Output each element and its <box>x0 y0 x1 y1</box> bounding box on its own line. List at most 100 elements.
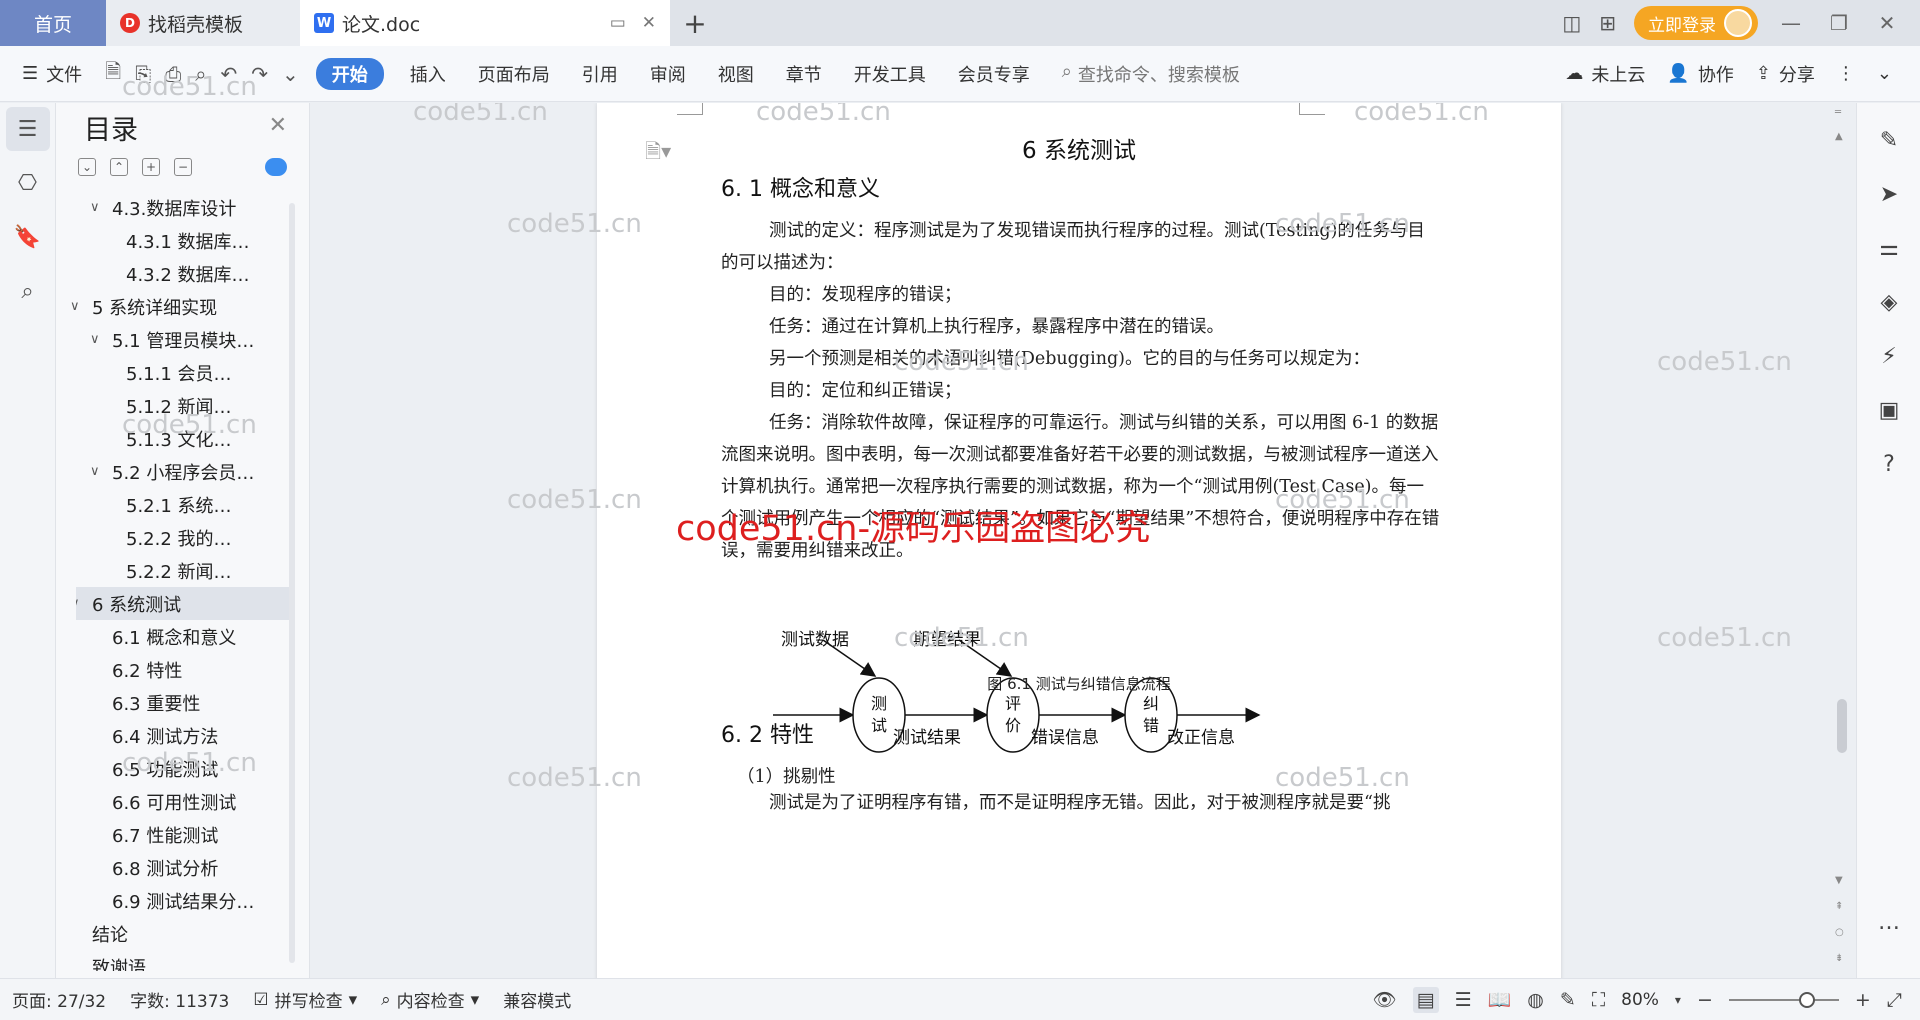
theme-icon[interactable]: ◈ <box>1857 275 1920 329</box>
sliders-icon[interactable]: ⚌ <box>1857 221 1920 275</box>
fit-page-icon[interactable]: ⛶ <box>1592 989 1605 1011</box>
toc-item[interactable]: 6.6 可用性测试 <box>56 785 292 818</box>
toc-item[interactable]: ∨ 4.3.数据库设计 <box>56 191 292 224</box>
toc-item[interactable]: ∨ 6 系统测试 <box>76 587 292 620</box>
print-icon[interactable]: ⎙ <box>158 62 188 86</box>
chevron-down-icon[interactable]: ∨ <box>90 332 106 347</box>
chevron-down-icon[interactable]: ∨ <box>70 299 86 314</box>
zoom-in-icon[interactable]: + <box>1855 989 1871 1011</box>
toc-scrollbar[interactable] <box>289 203 295 963</box>
chevron-down-icon[interactable]: ▾ <box>1675 993 1681 1007</box>
toc-item[interactable]: 6.5 功能测试 <box>56 752 292 785</box>
chevron-down-icon[interactable]: ⌄ <box>275 62 306 86</box>
close-window-icon[interactable]: ✕ <box>1872 11 1902 35</box>
toc-item[interactable]: ∨ 5.2 小程序会员… <box>56 455 292 488</box>
fullscreen-icon[interactable]: ⤢ <box>1887 989 1902 1011</box>
search-icon[interactable]: ⌕ <box>6 269 50 313</box>
document-page[interactable]: 🗎▾ 6 系统测试 6. 1 概念和意义 测试的定义：程序测试是为了发现错误而执… <box>597 103 1561 978</box>
chevron-down-icon[interactable]: ∨ <box>90 200 106 215</box>
toc-item[interactable]: 6.3 重要性 <box>56 686 292 719</box>
toc-item[interactable]: 4.3.1 数据库… <box>56 224 292 257</box>
restore-icon[interactable]: ❐ <box>1824 11 1854 35</box>
page-marker-icon[interactable]: ○ <box>1835 927 1844 938</box>
eye-icon[interactable]: 👁 <box>1373 988 1397 1011</box>
toc-item[interactable]: 5.1.3 文化… <box>56 422 292 455</box>
share-button[interactable]: ⇪ 分享 <box>1756 61 1815 87</box>
tab-insert[interactable]: 插入 <box>394 61 462 87</box>
more-icon[interactable]: … <box>1857 895 1920 949</box>
export-icon[interactable]: ⎘ <box>128 62 158 86</box>
toc-item[interactable]: 6.4 测试方法 <box>56 719 292 752</box>
monitor-icon[interactable]: ▭ <box>610 13 626 33</box>
toc-item[interactable]: 6.2 特性 <box>56 653 292 686</box>
spell-check[interactable]: ☑ 拼写检查 ▾ <box>241 987 369 1013</box>
word-count[interactable]: 字数: 11373 <box>118 987 241 1012</box>
toc-item[interactable]: 致谢语 <box>56 950 292 972</box>
file-menu[interactable]: ☰ 文件 <box>0 61 98 87</box>
outline-view-icon[interactable]: ☰ <box>1455 989 1472 1011</box>
chevron-down-icon[interactable]: ∨ <box>90 464 106 479</box>
scroll-thumb[interactable] <box>1837 699 1847 753</box>
read-icon[interactable]: ▣ <box>1857 383 1920 437</box>
scroll-down-icon[interactable]: ▼ <box>1835 875 1843 886</box>
zoom-knob[interactable] <box>1798 991 1815 1008</box>
pen-icon[interactable]: ✎ <box>1560 989 1576 1011</box>
tab-review[interactable]: 审阅 <box>634 61 702 87</box>
toc-item[interactable]: 6.9 测试结果分… <box>56 884 292 917</box>
zoom-slider[interactable] <box>1728 991 1839 1008</box>
add-heading-icon[interactable]: + <box>142 158 160 176</box>
tab-member[interactable]: 会员专享 <box>942 61 1046 87</box>
tab-devtools[interactable]: 开发工具 <box>838 61 942 87</box>
toc-item[interactable]: 4.3.2 数据库… <box>56 257 292 290</box>
toc-item[interactable]: ∨ 5.1 管理员模块… <box>56 323 292 356</box>
toc-item[interactable]: 6.8 测试分析 <box>56 851 292 884</box>
tab-chapter[interactable]: 章节 <box>770 61 838 87</box>
toc-item[interactable]: 5.1.2 新闻… <box>56 389 292 422</box>
compat-mode[interactable]: 兼容模式 <box>491 987 583 1012</box>
vertical-scrollbar[interactable]: ═ ▲ ▼ ⇞ ○ ⇟ <box>1828 103 1856 978</box>
tab-start[interactable]: 开始 <box>315 57 384 90</box>
scroll-up-icon[interactable]: ▲ <box>1835 131 1843 142</box>
content-check[interactable]: ⌕ 内容检查 ▾ <box>369 987 491 1013</box>
toc-item[interactable]: 6.7 性能测试 <box>56 818 292 851</box>
tab-home[interactable]: 首页 <box>0 0 106 46</box>
toc-item[interactable]: 5.1.1 会员… <box>56 356 292 389</box>
redo-icon[interactable]: ↷ <box>244 62 275 86</box>
new-tab-button[interactable]: + <box>670 0 720 46</box>
zoom-out-icon[interactable]: − <box>1697 989 1713 1011</box>
toc-item[interactable]: 6.1 概念和意义 <box>56 620 292 653</box>
web-view-icon[interactable]: ◍ <box>1527 989 1544 1011</box>
collab-button[interactable]: 👤 协作 <box>1667 61 1733 87</box>
tab-view[interactable]: 视图 <box>702 61 770 87</box>
apps-grid-icon[interactable]: ⊞ <box>1599 11 1616 35</box>
tab-reference[interactable]: 引用 <box>566 61 634 87</box>
toc-item[interactable]: ∨ 5 系统详细实现 <box>56 290 292 323</box>
tab-layout[interactable]: 页面布局 <box>462 61 566 87</box>
layout-icon[interactable]: ◫ <box>1562 11 1581 35</box>
page-view-icon[interactable]: ▤ <box>1412 986 1439 1013</box>
help-icon[interactable]: ? <box>1857 437 1920 491</box>
lightning-icon[interactable]: ⚡ <box>1857 329 1920 383</box>
collapse-ribbon-icon[interactable]: ⌄ <box>1877 63 1892 84</box>
ai-assistant-icon[interactable] <box>265 158 287 176</box>
tab-document[interactable]: W 论文.doc ▭ ✕ <box>300 0 670 46</box>
more-icon[interactable]: ⋮ <box>1837 63 1855 84</box>
next-page-icon[interactable]: ⇟ <box>1835 953 1843 964</box>
page-count[interactable]: 页面: 27/32 <box>0 987 118 1012</box>
undo-icon[interactable]: ↶ <box>213 62 244 86</box>
command-search[interactable]: ⌕ 查找命令、搜索模板 <box>1046 61 1256 87</box>
bookmark-icon[interactable]: 🔖 <box>6 215 50 259</box>
save-icon[interactable]: 🗎 <box>98 57 128 91</box>
toc-item[interactable]: 5.2.1 系统… <box>56 488 292 521</box>
collapse-all-icon[interactable]: ⌃ <box>110 158 128 176</box>
expand-all-icon[interactable]: ⌄ <box>78 158 96 176</box>
login-button[interactable]: 立即登录 <box>1634 6 1758 40</box>
prev-page-icon[interactable]: ⇞ <box>1835 901 1843 912</box>
cloud-status[interactable]: ☁ 未上云 <box>1565 61 1645 87</box>
reading-view-icon[interactable]: 📖 <box>1488 988 1512 1011</box>
chevron-down-icon[interactable]: ∨ <box>76 596 86 611</box>
toc-item[interactable]: 5.2.2 新闻… <box>56 554 292 587</box>
toc-item[interactable]: 结论 <box>56 917 292 950</box>
toc-icon[interactable]: ☰ <box>5 107 50 151</box>
scroll-top-icon[interactable]: ═ <box>1835 107 1841 118</box>
